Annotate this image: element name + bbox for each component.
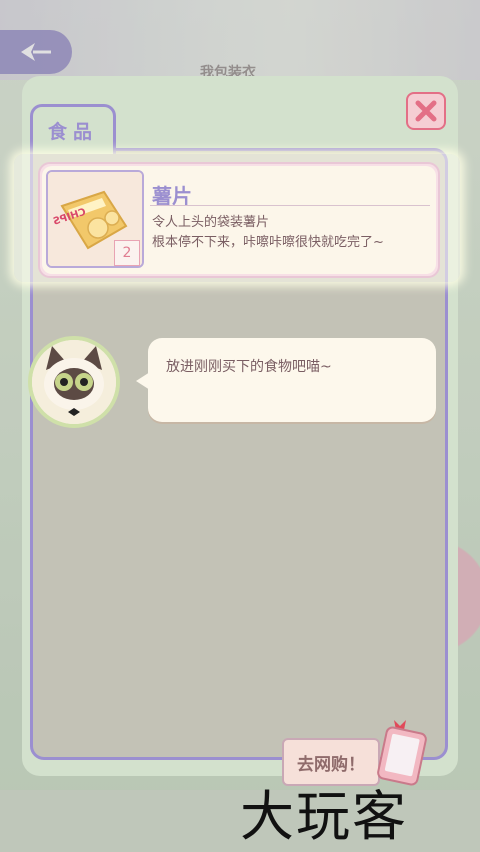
close-icon (415, 100, 437, 122)
watermark: 大玩客 (240, 785, 408, 848)
item-description-line2: 根本停不下来，咔嚓咔嚓很快就吃完了~ (152, 235, 384, 250)
speech-bubble-tail (136, 372, 150, 390)
hint-text: 放进刚刚买下的食物吧喵~ (166, 359, 332, 375)
cat-avatar (28, 336, 120, 428)
close-button[interactable] (406, 92, 446, 130)
speech-bubble (148, 338, 436, 422)
divider (150, 205, 430, 206)
tab-food[interactable]: 食品 (30, 104, 116, 154)
item-description-line1: 令人上头的袋装薯片 (152, 215, 270, 230)
item-count-badge: 2 (114, 240, 140, 266)
